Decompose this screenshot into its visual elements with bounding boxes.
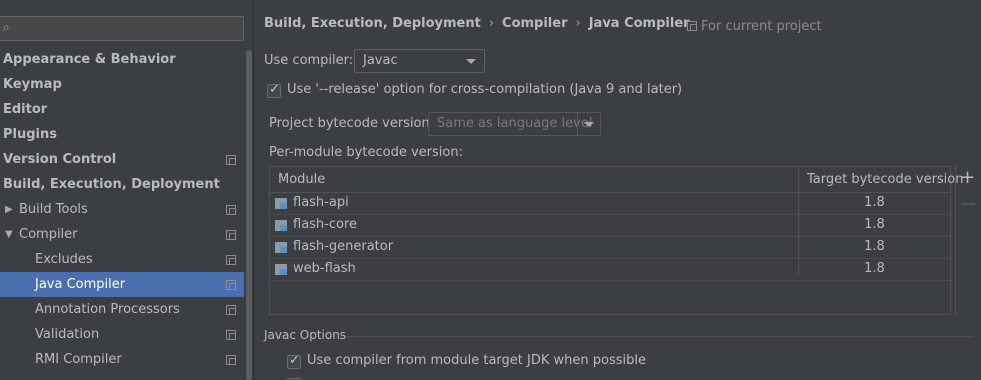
release-option-row[interactable]: ✓ Use '--release' option for cross-compi… (267, 82, 687, 100)
group-separator (346, 336, 974, 337)
next-option-row[interactable] (287, 376, 707, 380)
breadcrumb-item[interactable]: Build, Execution, Deployment (264, 16, 481, 31)
project-scope-icon (226, 355, 236, 365)
module-icon (275, 264, 287, 275)
sidebar-item[interactable]: Appearance & Behavior (0, 47, 253, 72)
module-icon (275, 198, 287, 209)
project-scope-icon (226, 255, 236, 265)
chevron-down-icon (584, 122, 594, 127)
sidebar-item[interactable]: Annotation Processors (0, 297, 253, 322)
target-version-cell[interactable]: 1.8 (799, 261, 950, 276)
table-header: Module Target bytecode version (270, 167, 964, 193)
column-header-target-version[interactable]: Target bytecode version (807, 167, 964, 193)
sidebar-item-label: RMI Compiler (35, 352, 122, 367)
module-icon (275, 242, 287, 253)
checkmark-icon: ✓ (289, 353, 300, 368)
sidebar-item-label: Build, Execution, Deployment (3, 177, 220, 192)
settings-search-input[interactable]: ⌕ (0, 16, 244, 41)
sidebar-item-label: Annotation Processors (35, 302, 180, 317)
project-bytecode-label: Project bytecode version: (269, 116, 435, 131)
project-scope-icon (226, 230, 236, 240)
table-row[interactable]: web-flash 1.8 (270, 259, 950, 281)
sidebar-item-label: Plugins (3, 127, 57, 142)
sidebar-item-label: Editor (3, 102, 48, 117)
remove-module-button[interactable]: — (962, 196, 976, 212)
project-scope-icon (687, 21, 697, 31)
project-bytecode-value: Same as language level (437, 116, 593, 131)
release-option-label: Use '--release' option for cross-compila… (287, 82, 683, 97)
combo-divider (577, 113, 578, 135)
sidebar-item[interactable]: Plugins (0, 122, 253, 147)
chevron-right-icon[interactable]: ▶ (5, 197, 13, 222)
module-name: flash-api (293, 195, 349, 210)
breadcrumb-item[interactable]: Compiler (502, 16, 567, 31)
use-compiler-value: Javac (363, 53, 398, 68)
release-option-checkbox[interactable]: ✓ (267, 82, 281, 98)
sidebar-item-label: Java Compiler (35, 277, 126, 292)
sidebar-item[interactable]: Keymap (0, 72, 253, 97)
sidebar-item-label: Build Tools (19, 202, 88, 217)
breadcrumb-separator: › (488, 16, 495, 31)
use-module-jdk-row[interactable]: ✓ Use compiler from module target JDK wh… (287, 353, 707, 371)
sidebar-item[interactable]: RMI Compiler (0, 347, 253, 372)
project-scope-icon (226, 280, 236, 290)
table-row[interactable]: flash-generator 1.8 (270, 237, 950, 259)
breadcrumb-item[interactable]: Java Compiler (589, 16, 690, 31)
use-compiler-select[interactable]: Javac (354, 49, 485, 73)
sidebar-item-label: Compiler (19, 227, 78, 242)
add-module-button[interactable]: + (960, 169, 975, 187)
module-name: flash-core (293, 217, 358, 232)
breadcrumb: Build, Execution, Deployment › Compiler › Ja… (264, 16, 690, 34)
project-scope-icon (226, 155, 236, 165)
module-name: flash-generator (293, 239, 394, 254)
target-version-cell[interactable]: 1.8 (799, 195, 950, 210)
sidebar-item-label: Excludes (35, 252, 93, 267)
sidebar-item[interactable]: Editor (0, 97, 253, 122)
module-name: web-flash (293, 261, 356, 276)
sidebar-item-label: Validation (35, 327, 100, 342)
chevron-down-icon (466, 59, 476, 64)
checkmark-icon: ✓ (269, 82, 280, 97)
table-row[interactable]: flash-core 1.8 (270, 215, 950, 237)
chevron-down-icon[interactable]: ▼ (5, 222, 13, 247)
settings-sidebar: ⌕ Appearance & Behavior Keymap Editor Plugi… (0, 0, 253, 380)
use-module-jdk-checkbox[interactable]: ✓ (287, 353, 301, 369)
for-current-project-label: For current project (701, 19, 822, 34)
column-header-module[interactable]: Module (278, 167, 325, 193)
target-version-cell[interactable]: 1.8 (799, 217, 950, 232)
javac-options-title: Javac Options (264, 328, 347, 342)
sidebar-item[interactable]: ▼ Compiler (0, 222, 253, 247)
project-scope-icon (226, 305, 236, 315)
for-current-project-note: For current project (687, 19, 822, 34)
target-version-cell[interactable]: 1.8 (799, 239, 950, 254)
sidebar-item-label: Version Control (3, 152, 117, 167)
sidebar-item[interactable]: Build, Execution, Deployment (0, 172, 253, 197)
search-icon: ⌕ (3, 20, 10, 34)
table-actions: + — (955, 166, 977, 315)
use-module-jdk-label: Use compiler from module target JDK when… (307, 353, 646, 368)
sidebar-scrollbar-thumb[interactable] (246, 50, 252, 380)
sidebar-item-label: Keymap (3, 77, 62, 92)
sidebar-item[interactable]: ▶ Build Tools (0, 197, 253, 222)
sidebar-item[interactable]: Version Control (0, 147, 253, 172)
per-module-label: Per-module bytecode version: (269, 145, 463, 160)
project-scope-icon (226, 330, 236, 340)
module-icon (275, 220, 287, 231)
breadcrumb-separator: › (575, 16, 581, 31)
sidebar-item[interactable]: Excludes (0, 247, 253, 272)
use-compiler-label: Use compiler: (264, 53, 354, 68)
project-bytecode-select[interactable]: Same as language level (428, 112, 601, 136)
java-compiler-panel: Build, Execution, Deployment › Compiler › Ja… (254, 0, 981, 380)
table-row[interactable]: flash-api 1.8 (270, 193, 950, 215)
module-bytecode-table: Module Target bytecode version flash-api… (269, 166, 964, 315)
sidebar-item[interactable]: Validation (0, 322, 253, 347)
sidebar-item[interactable]: Java Compiler (0, 272, 253, 297)
project-scope-icon (226, 205, 236, 215)
sidebar-item-label: Appearance & Behavior (3, 52, 176, 67)
